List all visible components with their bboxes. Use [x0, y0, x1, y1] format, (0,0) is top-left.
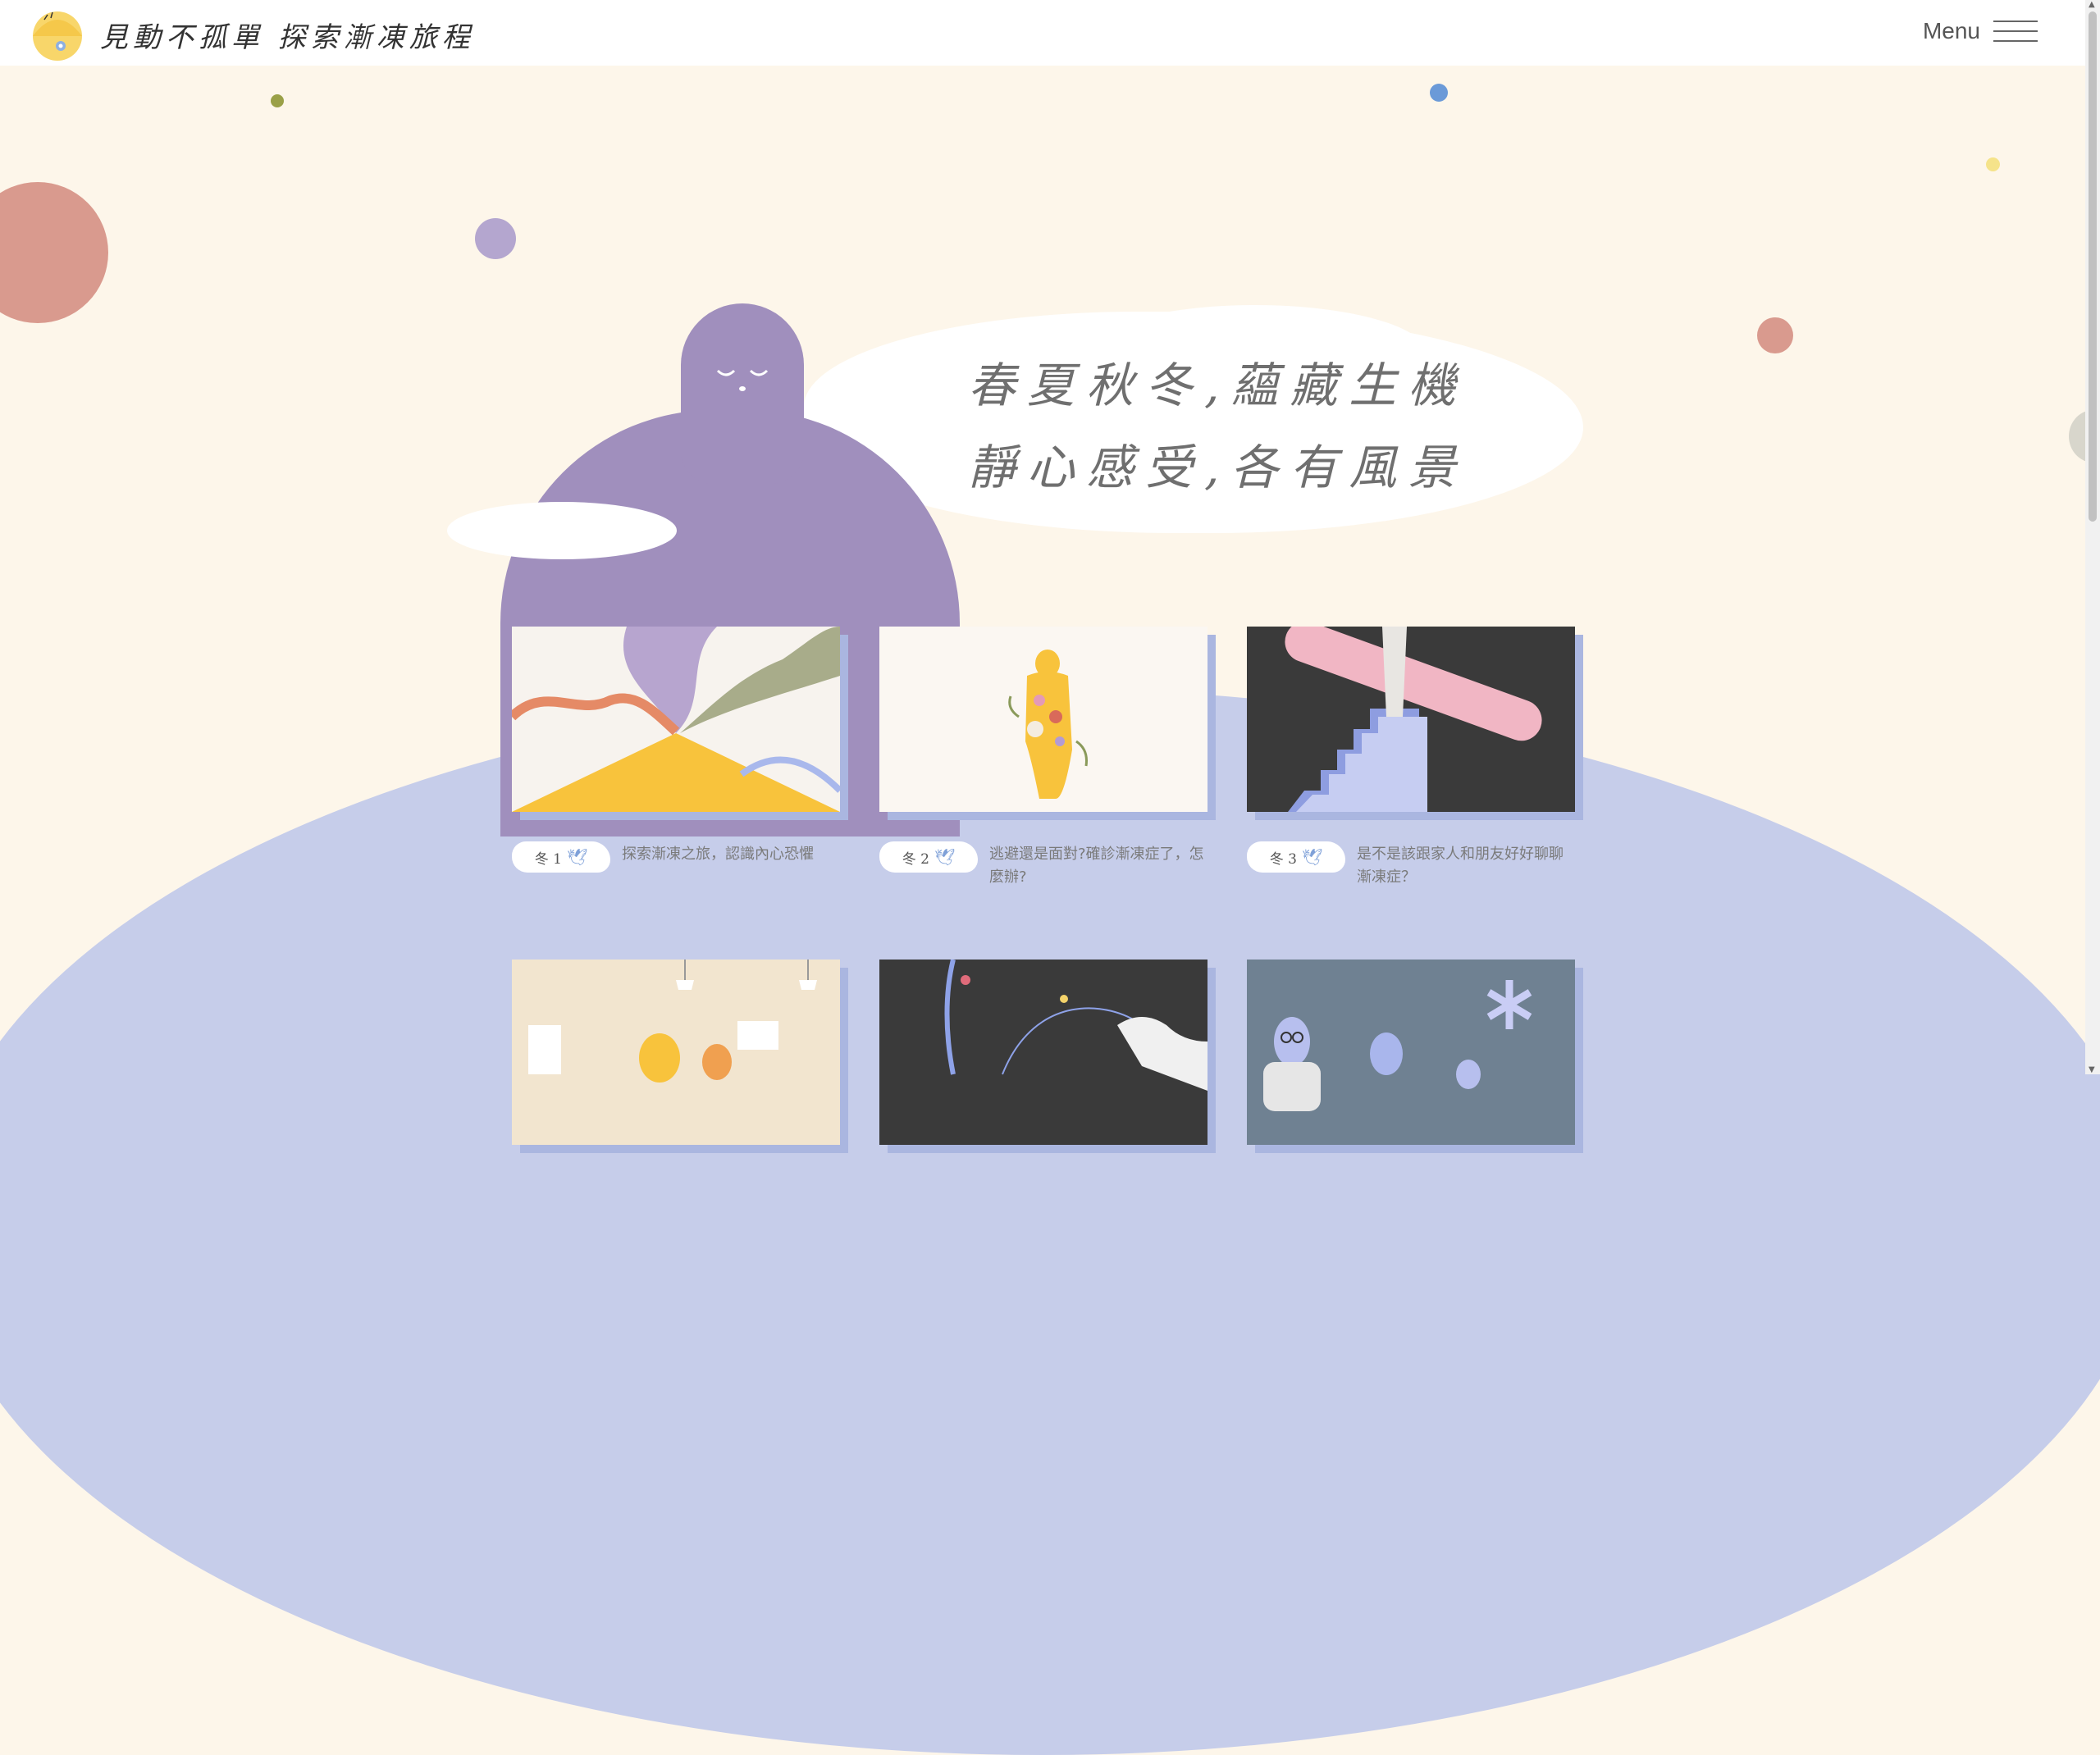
- card-2-caption: 冬 2 🕊 逃避還是面對?確診漸凍症了，怎麼辦?: [879, 841, 1208, 889]
- card-5-image[interactable]: [879, 960, 1208, 1145]
- card-1-image[interactable]: [512, 627, 840, 812]
- purple-figure-head: [681, 303, 804, 484]
- card-2-tag: 冬 2 🕊: [879, 841, 978, 873]
- decor-dot-coral: [1757, 317, 1793, 353]
- card-1-tag: 冬 1 🕊: [512, 841, 610, 873]
- hero-line-1: 春夏秋冬,蘊藏生機: [968, 358, 1468, 413]
- mountain-smoke-illustration: [512, 627, 840, 812]
- smiling-sun-flower-icon[interactable]: [28, 3, 89, 61]
- card-3-image[interactable]: [1247, 627, 1575, 812]
- menu-button[interactable]: Menu: [1923, 18, 2038, 44]
- scroll-up-arrow-icon[interactable]: ▲: [2089, 0, 2095, 9]
- bird-icon: 🕊: [1301, 847, 1323, 867]
- night-connection-illustration: [944, 960, 1208, 1091]
- menu-label: Menu: [1922, 18, 1980, 43]
- card-6-image[interactable]: [1247, 960, 1575, 1145]
- card-5[interactable]: [879, 960, 1208, 1145]
- card-1-title[interactable]: 探索漸凍之旅，認識內心恐懼: [622, 841, 814, 866]
- card-4-image[interactable]: [512, 960, 840, 1145]
- card-3-tag-label: 冬 3: [1269, 850, 1297, 868]
- bird-icon: 🕊: [566, 847, 588, 867]
- card-2[interactable]: 冬 2 🕊 逃避還是面對?確診漸凍症了，怎麼辦?: [879, 627, 1208, 886]
- card-3[interactable]: 冬 3 🕊 是不是該跟家人和朋友好好聊聊漸凍症？: [1247, 627, 1575, 886]
- hamburger-icon: [1993, 21, 2038, 42]
- card-2-title[interactable]: 逃避還是面對?確診漸凍症了，怎麼辦?: [989, 841, 1208, 889]
- sleeping-face-icon: [716, 369, 769, 391]
- card-4[interactable]: [512, 960, 840, 1145]
- card-3-title[interactable]: 是不是該跟家人和朋友好好聊聊漸凍症？: [1357, 841, 1575, 889]
- card-6[interactable]: [1247, 960, 1575, 1145]
- helping-hand-stairs-illustration: [1285, 627, 1542, 812]
- hero-line-2: 靜心感受,各有風景: [968, 440, 1468, 495]
- card-1-tag-label: 冬 1: [534, 850, 562, 868]
- vertical-scrollbar[interactable]: ▲ ▼: [2085, 0, 2100, 1074]
- scroll-thumb[interactable]: [2089, 11, 2097, 522]
- decor-dot-blue: [1430, 84, 1448, 102]
- cloud-small: [447, 502, 677, 559]
- card-3-caption: 冬 3 🕊 是不是該跟家人和朋友好好聊聊漸凍症？: [1247, 841, 1575, 889]
- flower-figure-illustration: [1008, 650, 1088, 799]
- bird-icon: 🕊: [934, 847, 956, 867]
- site-header: 見動不孤單 探索漸凍旅程 Menu: [0, 0, 2085, 66]
- scroll-down-arrow-icon[interactable]: ▼: [2089, 1065, 2095, 1074]
- card-1[interactable]: 冬 1 🕊 探索漸凍之旅，認識內心恐懼: [512, 627, 840, 873]
- site-title[interactable]: 見動不孤單 探索漸凍旅程: [100, 15, 475, 55]
- decor-dot-green: [271, 94, 284, 107]
- office-scene-illustration: [528, 960, 817, 1083]
- decor-dot-coral-large: [0, 182, 108, 323]
- card-2-tag-label: 冬 2: [902, 850, 929, 868]
- card-2-image[interactable]: [879, 627, 1208, 812]
- medical-team-illustration: [1263, 980, 1532, 1111]
- decor-dot-lavender: [475, 218, 516, 259]
- card-1-caption: 冬 1 🕊 探索漸凍之旅，認識內心恐懼: [512, 841, 840, 873]
- decor-dot-yellow: [1986, 157, 2000, 171]
- card-3-tag: 冬 3 🕊: [1247, 841, 1345, 873]
- hero-text: 春夏秋冬,蘊藏生機 靜心感受,各有風景: [968, 344, 1467, 508]
